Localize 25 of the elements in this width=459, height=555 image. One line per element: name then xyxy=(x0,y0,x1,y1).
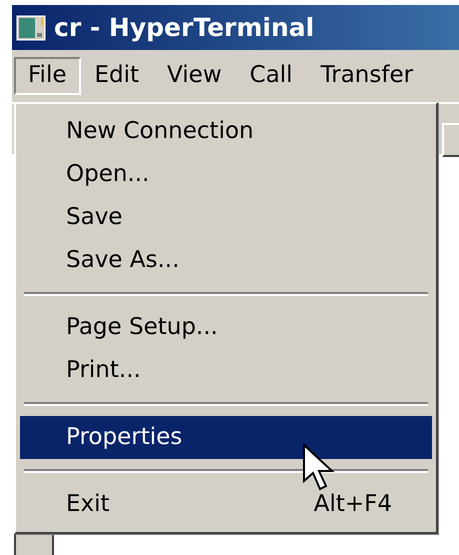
menu-item-label: New Connection xyxy=(66,117,254,146)
shortcut-label: Alt+F4 xyxy=(314,490,392,520)
menu-item[interactable]: Print... xyxy=(20,349,432,392)
menu-item-label: Save xyxy=(66,203,122,232)
toolbar-button[interactable] xyxy=(442,123,459,157)
menu-item-label: Open... xyxy=(66,160,150,190)
menu-item[interactable]: Exit Alt+F4 xyxy=(20,483,432,526)
menu-item[interactable]: File xyxy=(14,57,80,95)
menu-item[interactable]: Save As... xyxy=(20,239,432,282)
menu-item-label: Properties xyxy=(66,423,182,452)
terminal-icon xyxy=(16,14,46,40)
menu-item[interactable]: Properties xyxy=(20,416,432,459)
menu-item[interactable]: Open... xyxy=(20,153,432,196)
menu-item-label: Print... xyxy=(66,356,141,386)
menu-item[interactable]: Save xyxy=(20,196,432,239)
menu-item[interactable]: Edit xyxy=(80,57,154,95)
menu-item[interactable]: Page Setup... xyxy=(20,306,432,349)
menu-item-label: Page Setup... xyxy=(66,313,218,342)
menu-item[interactable]: Call xyxy=(236,57,307,95)
window-title: cr - HyperTerminal xyxy=(54,12,314,44)
menu-item[interactable]: Transfer xyxy=(306,57,428,95)
menu-item[interactable]: View xyxy=(153,57,236,95)
menu-item-label: Save As... xyxy=(66,246,180,276)
menu-item-label: Exit xyxy=(66,490,110,520)
menu-item[interactable]: New Connection xyxy=(20,110,432,153)
